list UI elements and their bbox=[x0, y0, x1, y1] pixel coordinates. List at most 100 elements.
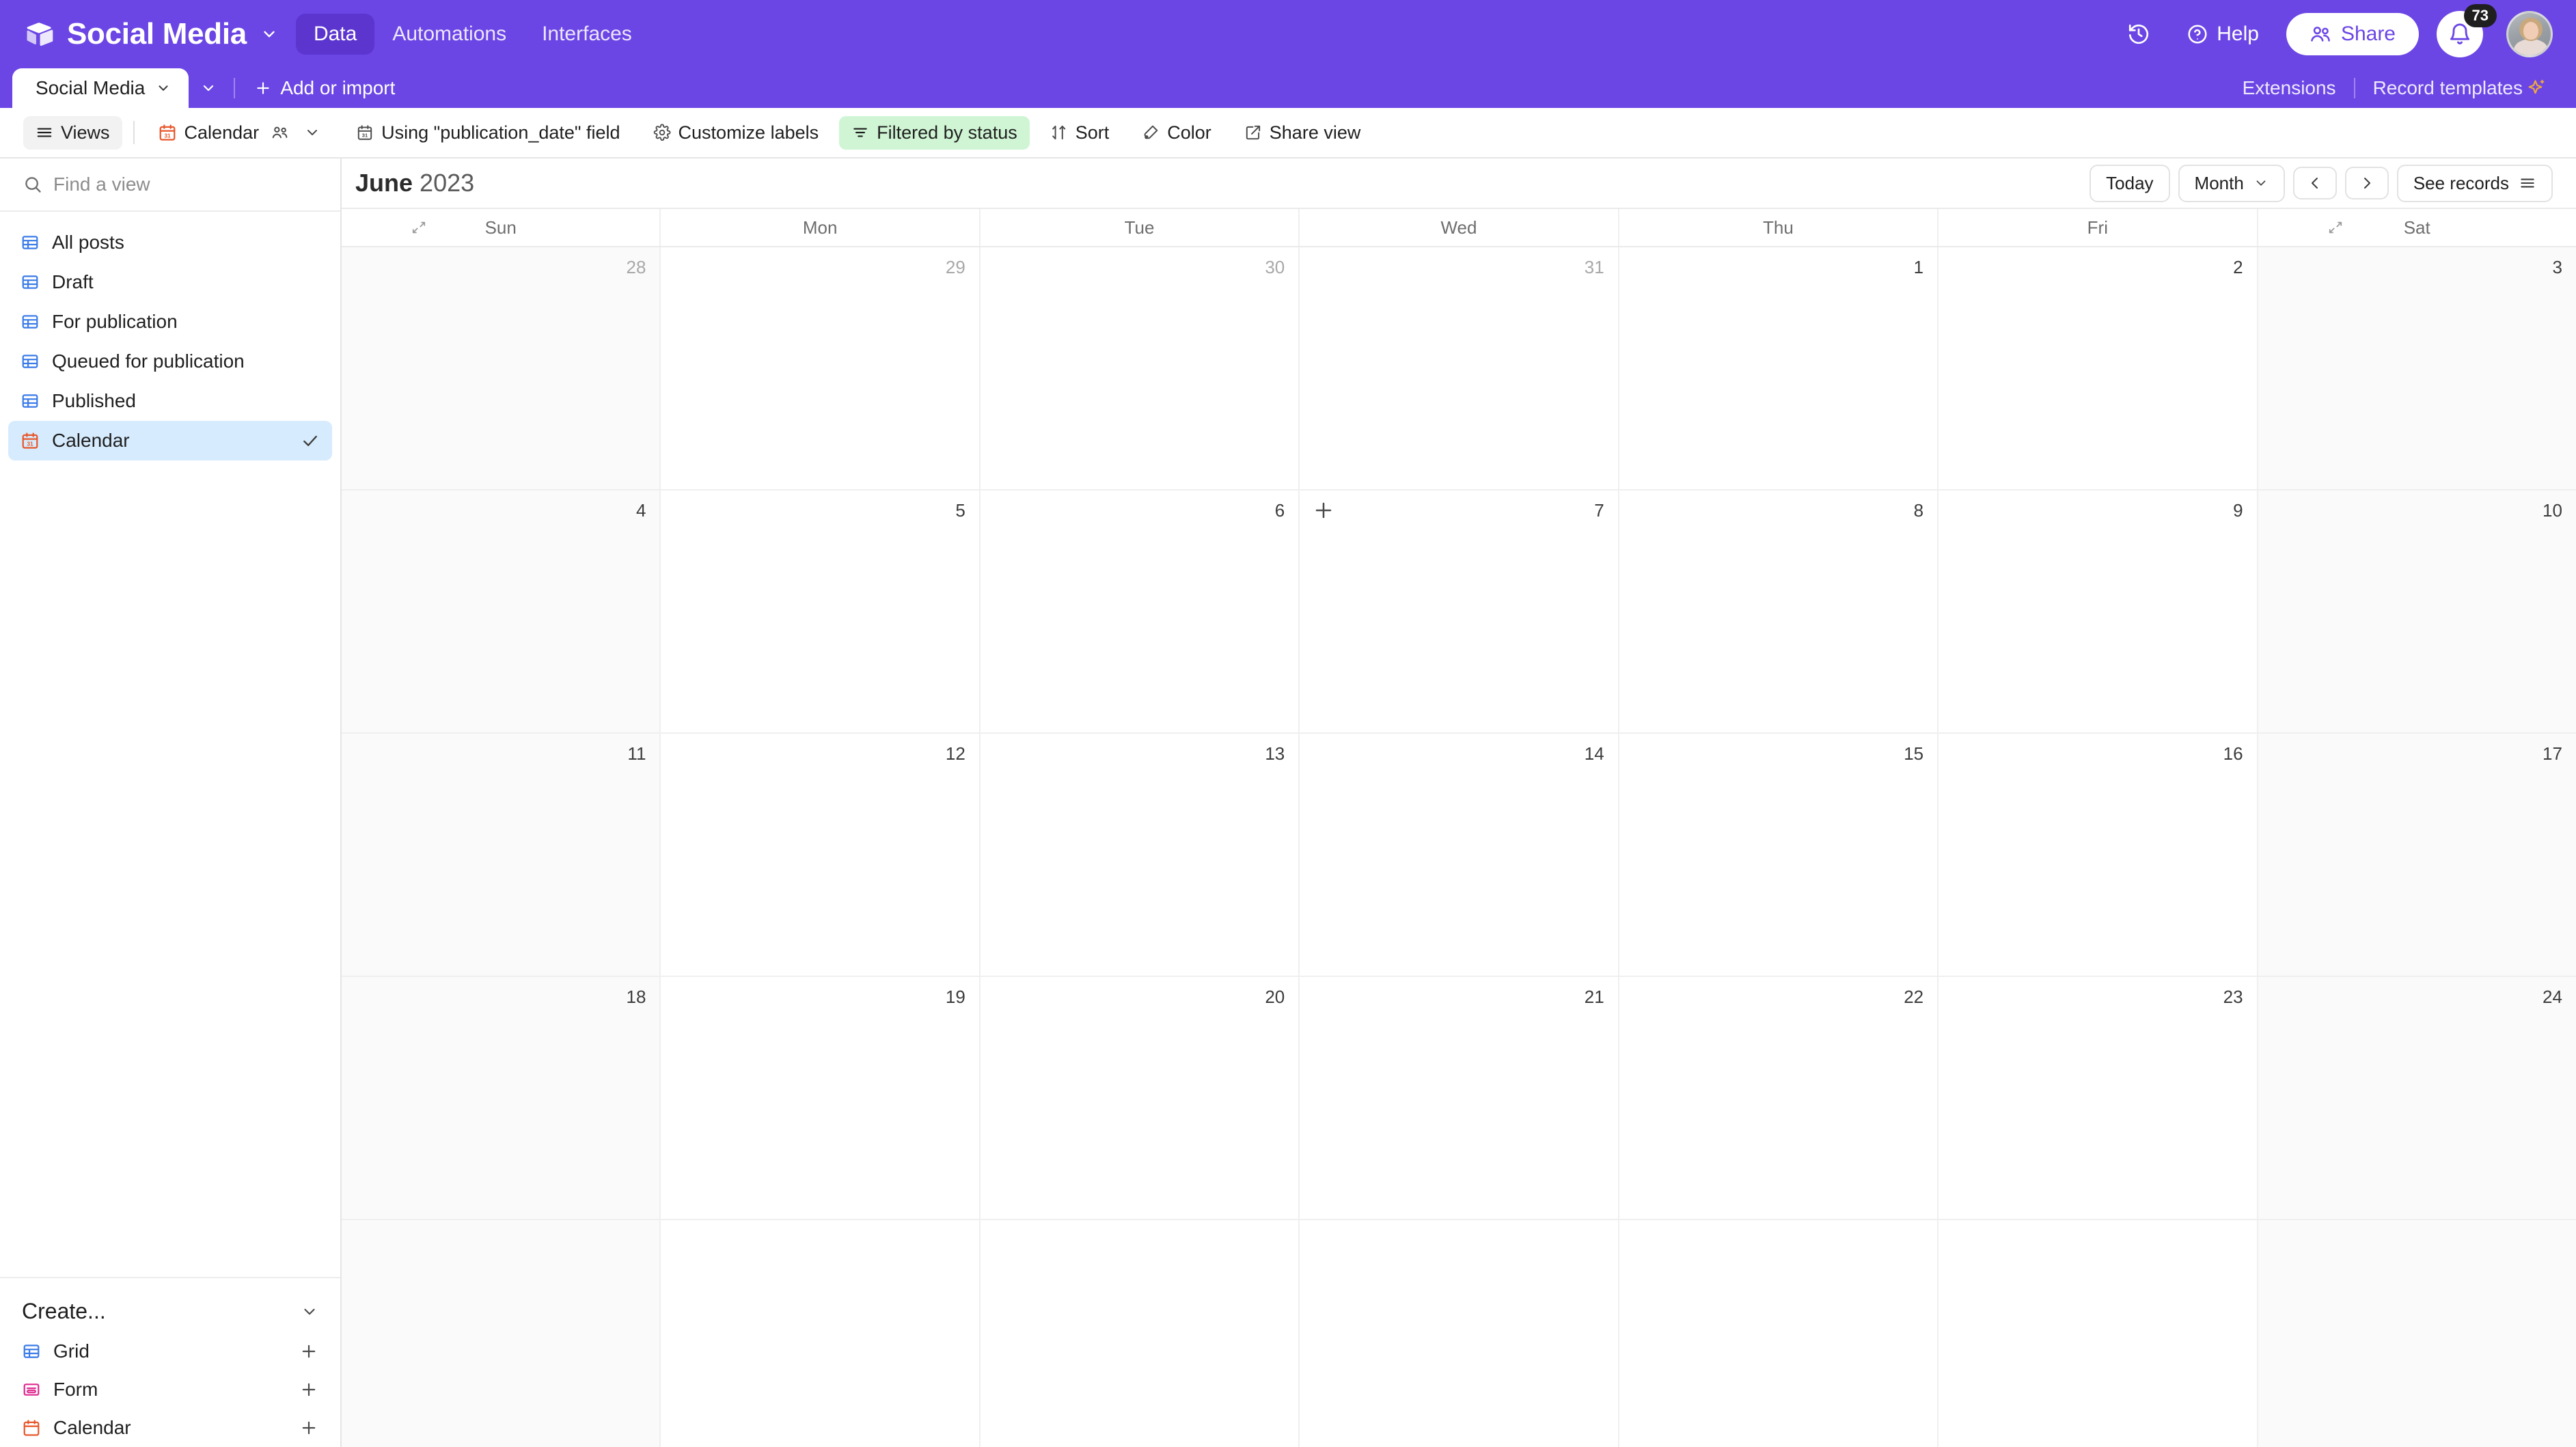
extensions-button[interactable]: Extensions bbox=[2225, 77, 2354, 99]
base-caret-icon[interactable] bbox=[260, 25, 278, 43]
day-cell[interactable]: 4 bbox=[342, 491, 660, 732]
notification-count-badge: 73 bbox=[2463, 4, 2497, 28]
prev-month-button[interactable] bbox=[2292, 167, 2337, 199]
day-cell[interactable]: 12 bbox=[659, 734, 979, 976]
next-month-button[interactable] bbox=[2344, 167, 2389, 199]
day-cell[interactable] bbox=[2256, 1220, 2576, 1447]
range-selector[interactable]: Month bbox=[2178, 164, 2285, 202]
day-cell[interactable] bbox=[1617, 1220, 1938, 1447]
day-cell[interactable]: 21 bbox=[1298, 977, 1618, 1219]
create-form-view[interactable]: Form bbox=[8, 1370, 332, 1409]
record-templates-button[interactable]: Record templates bbox=[2355, 77, 2565, 99]
day-cell[interactable]: 9 bbox=[1937, 491, 2257, 732]
day-cell[interactable] bbox=[1298, 1220, 1618, 1447]
day-cell[interactable]: 7 bbox=[1298, 491, 1618, 732]
plus-icon[interactable] bbox=[299, 1380, 318, 1399]
day-cell[interactable] bbox=[659, 1220, 979, 1447]
history-clock-icon[interactable] bbox=[2117, 12, 2161, 56]
day-cell[interactable]: 14 bbox=[1298, 734, 1618, 976]
table-list-caret-icon[interactable] bbox=[189, 68, 228, 108]
avatar[interactable] bbox=[2506, 11, 2553, 57]
sidebar-item-all-posts[interactable]: All posts bbox=[8, 223, 332, 262]
calendar-week-row bbox=[342, 1220, 2576, 1447]
nav-tab-automations[interactable]: Automations bbox=[374, 14, 524, 55]
day-cell[interactable]: 22 bbox=[1617, 977, 1938, 1219]
day-cell[interactable]: 5 bbox=[659, 491, 979, 732]
day-number: 23 bbox=[2223, 987, 2243, 1007]
date-field-button[interactable]: 31 Using "publication_date" field bbox=[344, 116, 632, 150]
day-number: 5 bbox=[955, 500, 965, 521]
filter-button[interactable]: Filtered by status bbox=[839, 115, 1030, 150]
sidebar-item-queued-for-publication[interactable]: Queued for publication bbox=[8, 342, 332, 381]
day-cell[interactable]: 11 bbox=[342, 734, 660, 976]
day-cell[interactable]: 13 bbox=[978, 734, 1299, 976]
view-toolbar: Views 31 Calendar 31 Using "publication_… bbox=[0, 108, 2576, 159]
notifications-button[interactable]: 73 bbox=[2437, 4, 2497, 57]
day-cell[interactable]: 1 bbox=[1617, 247, 1938, 489]
day-cell[interactable]: 3 bbox=[2256, 247, 2576, 489]
airtable-cube-icon[interactable] bbox=[23, 18, 55, 50]
day-cell[interactable]: 28 bbox=[342, 247, 660, 489]
help-button[interactable]: Help bbox=[2171, 16, 2274, 53]
page-title: June 2023 bbox=[355, 169, 474, 197]
day-number: 10 bbox=[2543, 500, 2562, 521]
sidebar-item-label: All posts bbox=[52, 232, 124, 253]
day-cell[interactable]: 16 bbox=[1937, 734, 2257, 976]
table-tab-social-media[interactable]: Social Media bbox=[12, 68, 189, 108]
plus-icon[interactable] bbox=[299, 1418, 318, 1437]
add-or-import-button[interactable]: Add or import bbox=[241, 68, 409, 108]
plus-icon[interactable] bbox=[299, 1342, 318, 1361]
calendar-controls: Today Month See records bbox=[2089, 164, 2553, 202]
day-cell[interactable]: 20 bbox=[978, 977, 1299, 1219]
day-cell[interactable]: 31 bbox=[1298, 247, 1618, 489]
share-button[interactable]: Share bbox=[2286, 13, 2419, 55]
day-cell[interactable]: 8 bbox=[1617, 491, 1938, 732]
find-a-view-row[interactable] bbox=[0, 159, 340, 212]
chevron-down-icon[interactable] bbox=[156, 81, 171, 96]
add-record-plus-icon[interactable] bbox=[1312, 499, 1335, 522]
day-cell[interactable] bbox=[978, 1220, 1299, 1447]
create-section-header[interactable]: Create... bbox=[8, 1291, 332, 1332]
day-cell[interactable]: 10 bbox=[2256, 491, 2576, 732]
sidebar-item-published[interactable]: Published bbox=[8, 381, 332, 421]
share-view-button[interactable]: Share view bbox=[1232, 116, 1373, 150]
chevron-down-icon[interactable] bbox=[304, 124, 320, 141]
day-cell[interactable]: 29 bbox=[659, 247, 979, 489]
day-cell[interactable] bbox=[1937, 1220, 2257, 1447]
day-number: 12 bbox=[945, 743, 965, 764]
sort-button[interactable]: Sort bbox=[1038, 116, 1122, 150]
color-button[interactable]: Color bbox=[1129, 116, 1224, 150]
resize-diagonal-icon[interactable] bbox=[2328, 220, 2343, 235]
day-cell[interactable]: 30 bbox=[978, 247, 1299, 489]
sidebar-item-calendar[interactable]: 31 Calendar bbox=[8, 421, 332, 460]
create-calendar-view[interactable]: Calendar bbox=[8, 1409, 332, 1447]
people-icon[interactable] bbox=[271, 123, 290, 142]
create-grid-view[interactable]: Grid bbox=[8, 1332, 332, 1370]
day-number: 4 bbox=[635, 500, 646, 521]
day-cell[interactable]: 15 bbox=[1617, 734, 1938, 976]
day-cell[interactable]: 19 bbox=[659, 977, 979, 1219]
day-cell[interactable]: 17 bbox=[2256, 734, 2576, 976]
see-records-button[interactable]: See records bbox=[2396, 164, 2553, 202]
customize-labels-button[interactable]: Customize labels bbox=[641, 116, 832, 150]
nav-tab-interfaces[interactable]: Interfaces bbox=[524, 14, 650, 55]
add-or-import-label: Add or import bbox=[280, 77, 396, 98]
sort-arrows-icon bbox=[1050, 124, 1068, 141]
day-cell[interactable]: 23 bbox=[1937, 977, 2257, 1219]
sidebar-item-draft[interactable]: Draft bbox=[8, 262, 332, 302]
resize-diagonal-icon[interactable] bbox=[411, 220, 426, 235]
search-input[interactable] bbox=[53, 174, 320, 195]
day-cell[interactable]: 18 bbox=[342, 977, 660, 1219]
nav-tab-data[interactable]: Data bbox=[295, 14, 375, 55]
chevron-down-icon[interactable] bbox=[301, 1303, 318, 1321]
dow-label: Mon bbox=[802, 217, 838, 238]
day-cell[interactable]: 2 bbox=[1937, 247, 2257, 489]
current-view-button[interactable]: 31 Calendar bbox=[146, 116, 333, 150]
day-cell[interactable]: 24 bbox=[2256, 977, 2576, 1219]
today-button[interactable]: Today bbox=[2089, 164, 2170, 202]
day-cell[interactable] bbox=[342, 1220, 660, 1447]
calendar-icon: 31 bbox=[158, 123, 177, 142]
views-toggle-button[interactable]: Views bbox=[23, 115, 122, 150]
sidebar-item-for-publication[interactable]: For publication bbox=[8, 302, 332, 342]
day-cell[interactable]: 6 bbox=[978, 491, 1299, 732]
